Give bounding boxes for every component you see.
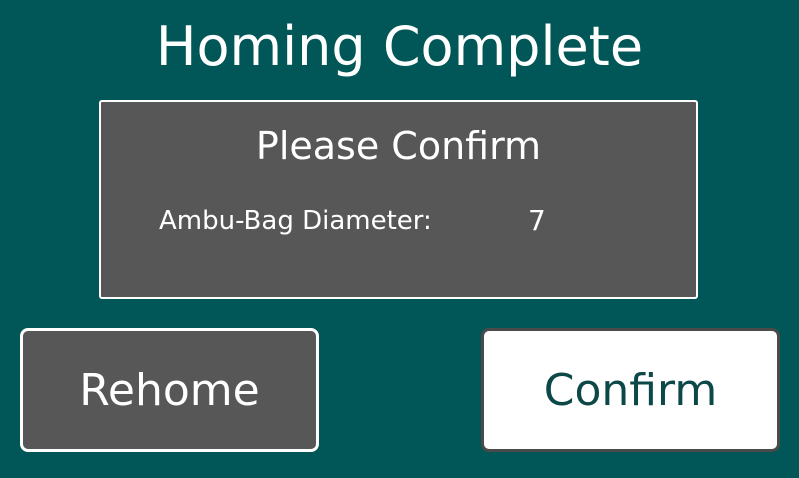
panel-title: Please Confirm: [255, 124, 542, 168]
confirm-button[interactable]: Confirm: [481, 328, 780, 452]
confirm-button-label: Confirm: [543, 364, 718, 416]
confirm-panel: Please Confirm Ambu-Bag Diameter: 7: [99, 100, 698, 299]
ambu-bag-diameter-value: 7: [528, 204, 546, 237]
rehome-button-label: Rehome: [79, 364, 260, 416]
ambu-bag-diameter-label: Ambu-Bag Diameter:: [159, 206, 432, 236]
rehome-button[interactable]: Rehome: [20, 328, 319, 452]
page-title: Homing Complete: [155, 15, 644, 78]
